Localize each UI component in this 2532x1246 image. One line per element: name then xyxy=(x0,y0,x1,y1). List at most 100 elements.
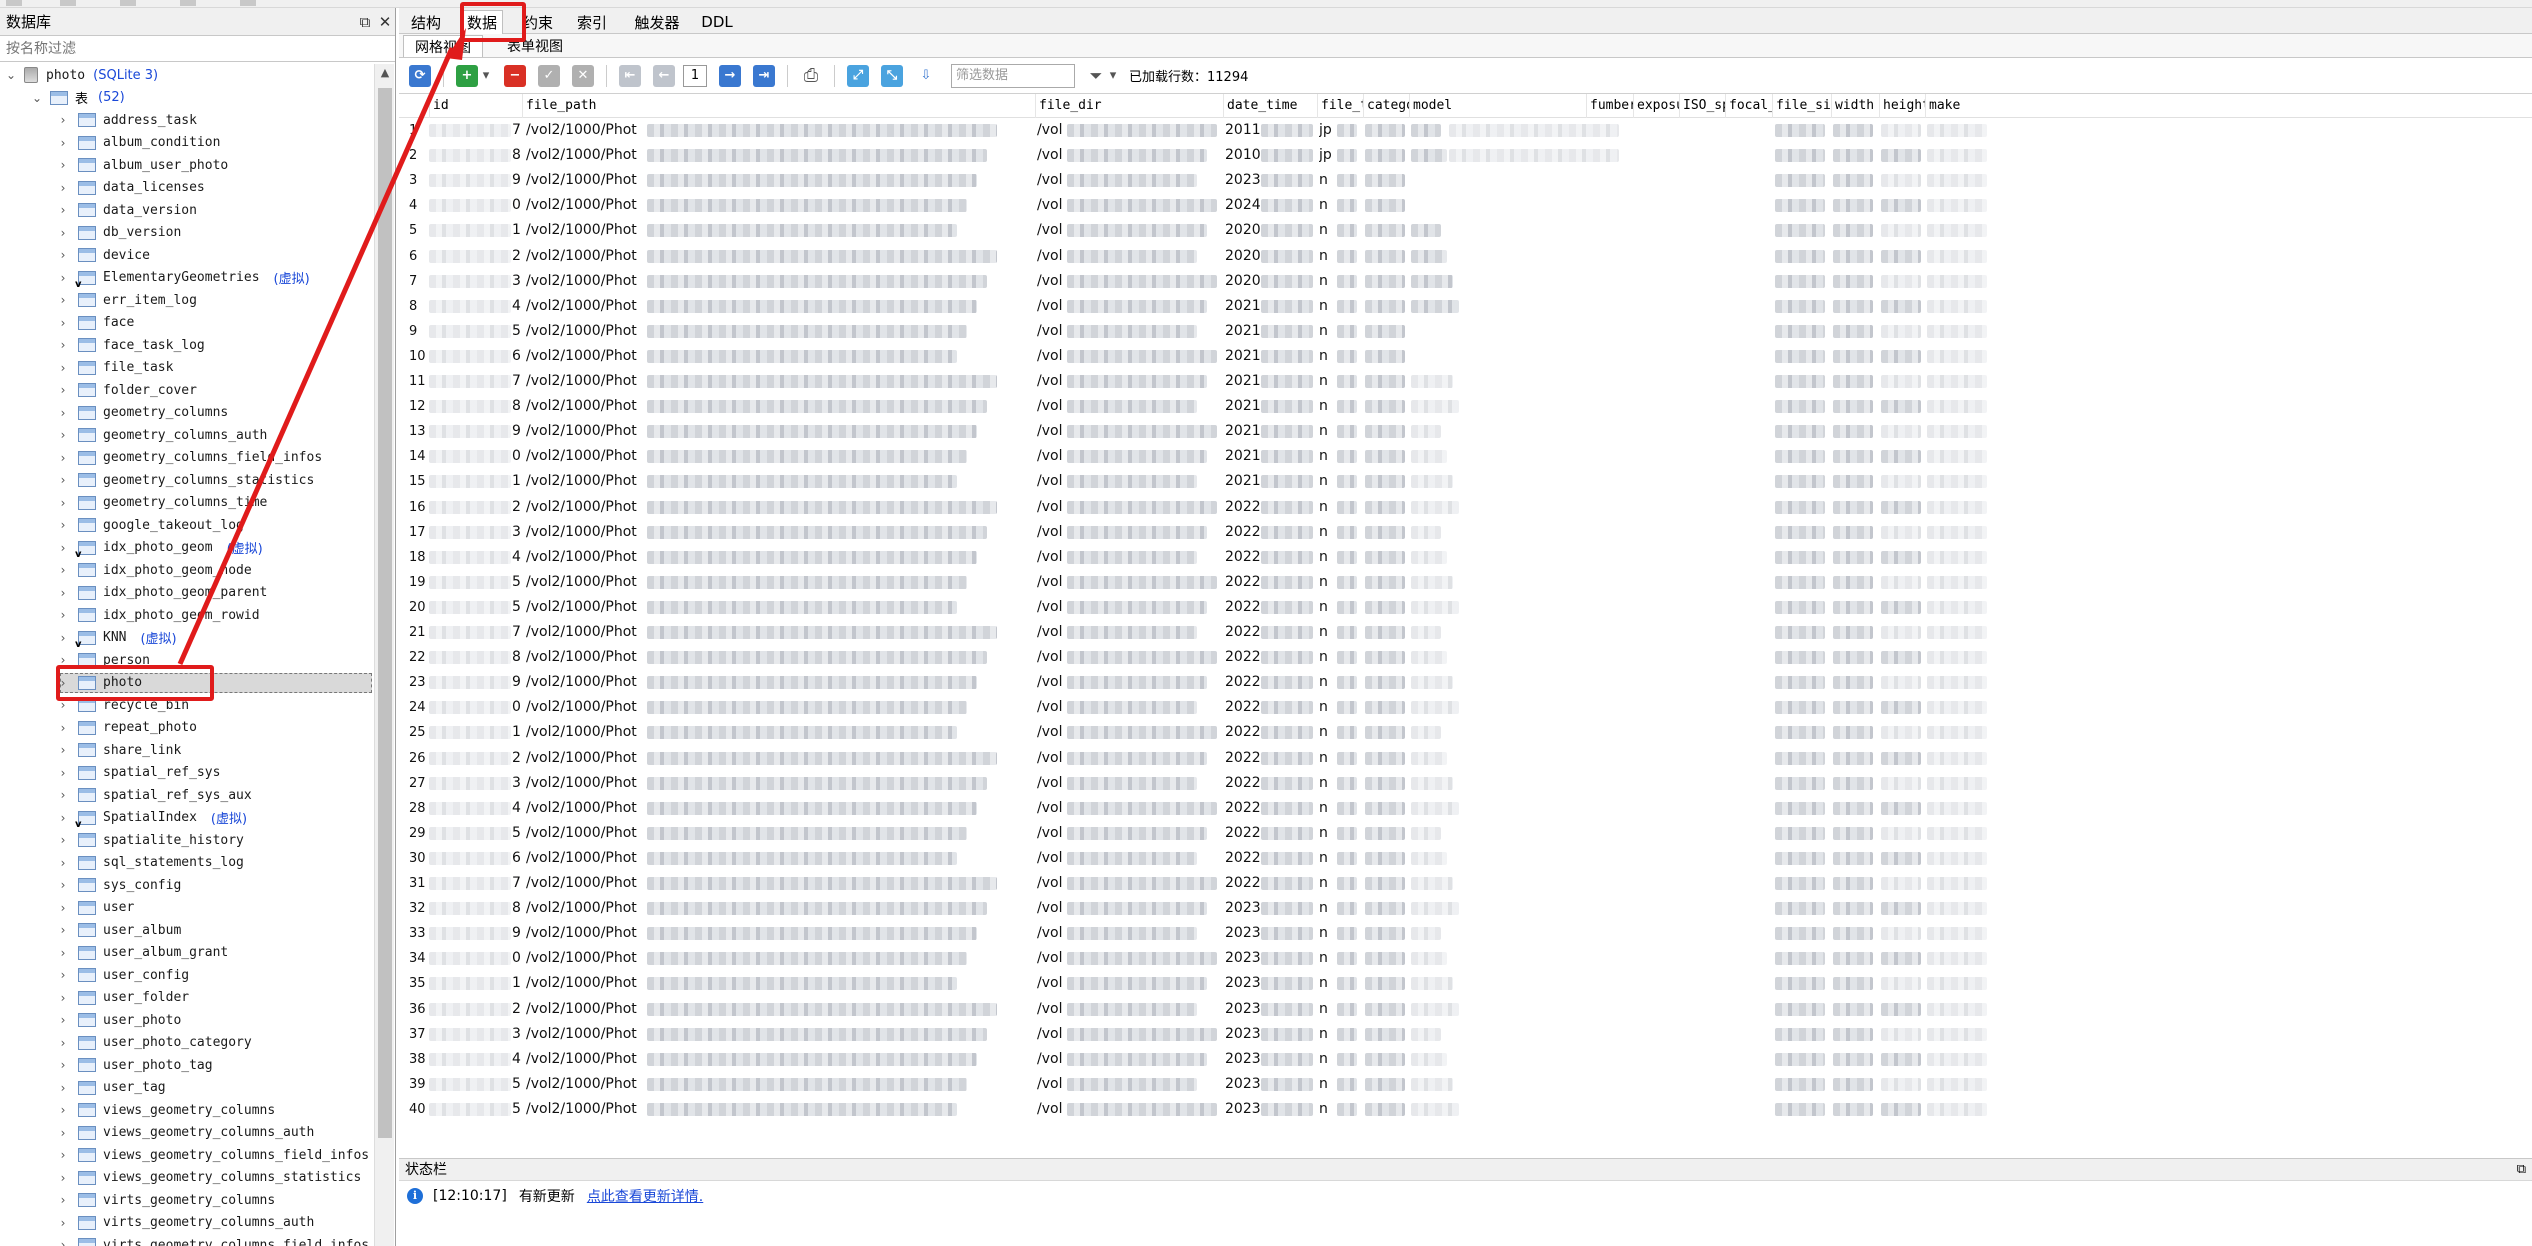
cell-file-path[interactable]: /vol2/1000/Phot xyxy=(526,495,646,520)
table-row[interactable]: 16 2/vol2/1000/Phot/vol 2022 n xyxy=(399,495,2532,520)
cell-file-path[interactable]: /vol2/1000/Phot xyxy=(526,469,646,494)
cell-file-type[interactable]: n xyxy=(1319,269,1337,294)
cell-date-time[interactable]: 2020 xyxy=(1225,269,1261,294)
cell-file-path[interactable]: /vol2/1000/Phot xyxy=(526,143,646,168)
cell-file-dir[interactable]: /vol xyxy=(1037,746,1067,771)
cell-file-type[interactable]: n xyxy=(1319,244,1337,269)
tree-table-item[interactable]: › idx_photo_geom_parent xyxy=(0,582,372,605)
cell-file-path[interactable]: /vol2/1000/Phot xyxy=(526,871,646,896)
cell-file-path[interactable]: /vol2/1000/Phot xyxy=(526,645,646,670)
chevron-right-icon[interactable]: › xyxy=(56,563,70,577)
cell-file-dir[interactable]: /vol xyxy=(1037,921,1067,946)
cell-id[interactable]: 2 xyxy=(512,495,524,520)
chevron-right-icon[interactable]: › xyxy=(56,811,70,825)
table-row[interactable]: 19 5/vol2/1000/Phot/vol 2022 n xyxy=(399,570,2532,595)
cell-file-path[interactable]: /vol2/1000/Phot xyxy=(526,520,646,545)
column-header[interactable]: height xyxy=(1879,94,1925,118)
cell-file-type[interactable]: n xyxy=(1319,871,1337,896)
column-header[interactable]: focal_len xyxy=(1725,94,1772,118)
cell-file-type[interactable]: n xyxy=(1319,419,1337,444)
cell-file-type[interactable]: n xyxy=(1319,1072,1337,1097)
table-row[interactable]: 29 5/vol2/1000/Phot/vol 2022 n xyxy=(399,821,2532,846)
cell-file-dir[interactable]: /vol xyxy=(1037,771,1067,796)
chevron-right-icon[interactable]: › xyxy=(56,248,70,262)
cell-date-time[interactable]: 2022 xyxy=(1225,545,1261,570)
chevron-right-icon[interactable]: › xyxy=(56,271,70,285)
cell-id[interactable]: 5 xyxy=(512,319,524,344)
expand-icon[interactable]: ⤢ xyxy=(847,64,869,87)
cell-file-type[interactable]: n xyxy=(1319,1097,1337,1122)
cell-id[interactable]: 1 xyxy=(512,720,524,745)
cell-id[interactable]: 9 xyxy=(512,168,524,193)
float-panel-icon[interactable]: ⧉ xyxy=(2517,1159,2526,1181)
tree-table-item[interactable]: › face xyxy=(0,312,372,335)
chevron-right-icon[interactable]: › xyxy=(56,766,70,780)
cell-date-time[interactable]: 2022 xyxy=(1225,495,1261,520)
tree-table-item[interactable]: › repeat_photo xyxy=(0,717,372,740)
cell-file-dir[interactable]: /vol xyxy=(1037,1022,1067,1047)
cell-file-path[interactable]: /vol2/1000/Phot xyxy=(526,193,646,218)
table-row[interactable]: 9 5/vol2/1000/Phot/vol 2021 n xyxy=(399,319,2532,344)
table-row[interactable]: 36 2/vol2/1000/Phot/vol 2023 n xyxy=(399,997,2532,1022)
cell-file-dir[interactable]: /vol xyxy=(1037,143,1067,168)
cell-file-type[interactable]: n xyxy=(1319,896,1337,921)
chevron-right-icon[interactable]: › xyxy=(56,293,70,307)
cell-id[interactable]: 5 xyxy=(512,1097,524,1122)
tree-scroll-thumb[interactable] xyxy=(378,88,392,1138)
cell-file-path[interactable]: /vol2/1000/Phot xyxy=(526,1072,646,1097)
cell-date-time[interactable]: 2010 xyxy=(1225,143,1261,168)
cell-file-type[interactable]: n xyxy=(1319,344,1337,369)
chevron-right-icon[interactable]: › xyxy=(56,451,70,465)
cell-file-path[interactable]: /vol2/1000/Phot xyxy=(526,1022,646,1047)
chevron-right-icon[interactable]: › xyxy=(56,923,70,937)
cell-id[interactable]: 0 xyxy=(512,444,524,469)
cell-file-dir[interactable]: /vol xyxy=(1037,419,1067,444)
cell-file-type[interactable]: jp xyxy=(1319,143,1337,168)
table-row[interactable]: 2 8/vol2/1000/Phot/vol 2010 jp xyxy=(399,143,2532,168)
tree-table-item[interactable]: › google_takeout_log xyxy=(0,514,372,537)
tree-table-item[interactable]: › user_photo xyxy=(0,1009,372,1032)
column-header[interactable]: file_path xyxy=(522,94,1035,118)
cell-file-dir[interactable]: /vol xyxy=(1037,244,1067,269)
cell-file-dir[interactable]: /vol xyxy=(1037,720,1067,745)
cell-date-time[interactable]: 2021 xyxy=(1225,319,1261,344)
table-row[interactable]: 10 6/vol2/1000/Phot/vol 2021 n xyxy=(399,344,2532,369)
cell-file-path[interactable]: /vol2/1000/Phot xyxy=(526,269,646,294)
table-row[interactable]: 20 5/vol2/1000/Phot/vol 2022 n xyxy=(399,595,2532,620)
cell-date-time[interactable]: 2022 xyxy=(1225,821,1261,846)
cell-date-time[interactable]: 2023 xyxy=(1225,1047,1261,1072)
cell-id[interactable]: 1 xyxy=(512,971,524,996)
cell-file-dir[interactable]: /vol xyxy=(1037,545,1067,570)
cell-date-time[interactable]: 2021 xyxy=(1225,419,1261,444)
cell-date-time[interactable]: 2022 xyxy=(1225,695,1261,720)
chevron-right-icon[interactable]: › xyxy=(56,1058,70,1072)
chevron-right-icon[interactable]: › xyxy=(56,901,70,915)
cell-file-path[interactable]: /vol2/1000/Phot xyxy=(526,218,646,243)
cell-date-time[interactable]: 2022 xyxy=(1225,645,1261,670)
cell-file-dir[interactable]: /vol xyxy=(1037,595,1067,620)
cell-id[interactable]: 2 xyxy=(512,746,524,771)
cell-file-path[interactable]: /vol2/1000/Phot xyxy=(526,921,646,946)
cell-date-time[interactable]: 2022 xyxy=(1225,871,1261,896)
cell-date-time[interactable]: 2023 xyxy=(1225,168,1261,193)
cell-file-type[interactable]: n xyxy=(1319,997,1337,1022)
tab-structure[interactable]: 结构 xyxy=(405,10,447,34)
cell-date-time[interactable]: 2022 xyxy=(1225,796,1261,821)
cell-id[interactable]: 3 xyxy=(512,1022,524,1047)
cell-file-dir[interactable]: /vol xyxy=(1037,444,1067,469)
next-page-icon[interactable]: → xyxy=(719,64,741,87)
chevron-right-icon[interactable]: › xyxy=(56,383,70,397)
tree-table-item[interactable]: › device xyxy=(0,244,372,267)
tree-table-item[interactable]: › album_user_photo xyxy=(0,154,372,177)
cell-file-path[interactable]: /vol2/1000/Phot xyxy=(526,670,646,695)
table-row[interactable]: 37 3/vol2/1000/Phot/vol 2023 n xyxy=(399,1022,2532,1047)
tree-table-item[interactable]: › user_tag xyxy=(0,1077,372,1100)
table-row[interactable]: 25 1/vol2/1000/Phot/vol 2022 n xyxy=(399,720,2532,745)
chevron-right-icon[interactable]: › xyxy=(56,203,70,217)
table-row[interactable]: 7 3/vol2/1000/Phot/vol 2020 n xyxy=(399,269,2532,294)
cell-file-path[interactable]: /vol2/1000/Phot xyxy=(526,1047,646,1072)
cell-id[interactable]: 5 xyxy=(512,570,524,595)
chevron-right-icon[interactable]: › xyxy=(56,1036,70,1050)
commit-icon[interactable]: ✓ xyxy=(538,64,560,87)
cell-file-path[interactable]: /vol2/1000/Phot xyxy=(526,545,646,570)
